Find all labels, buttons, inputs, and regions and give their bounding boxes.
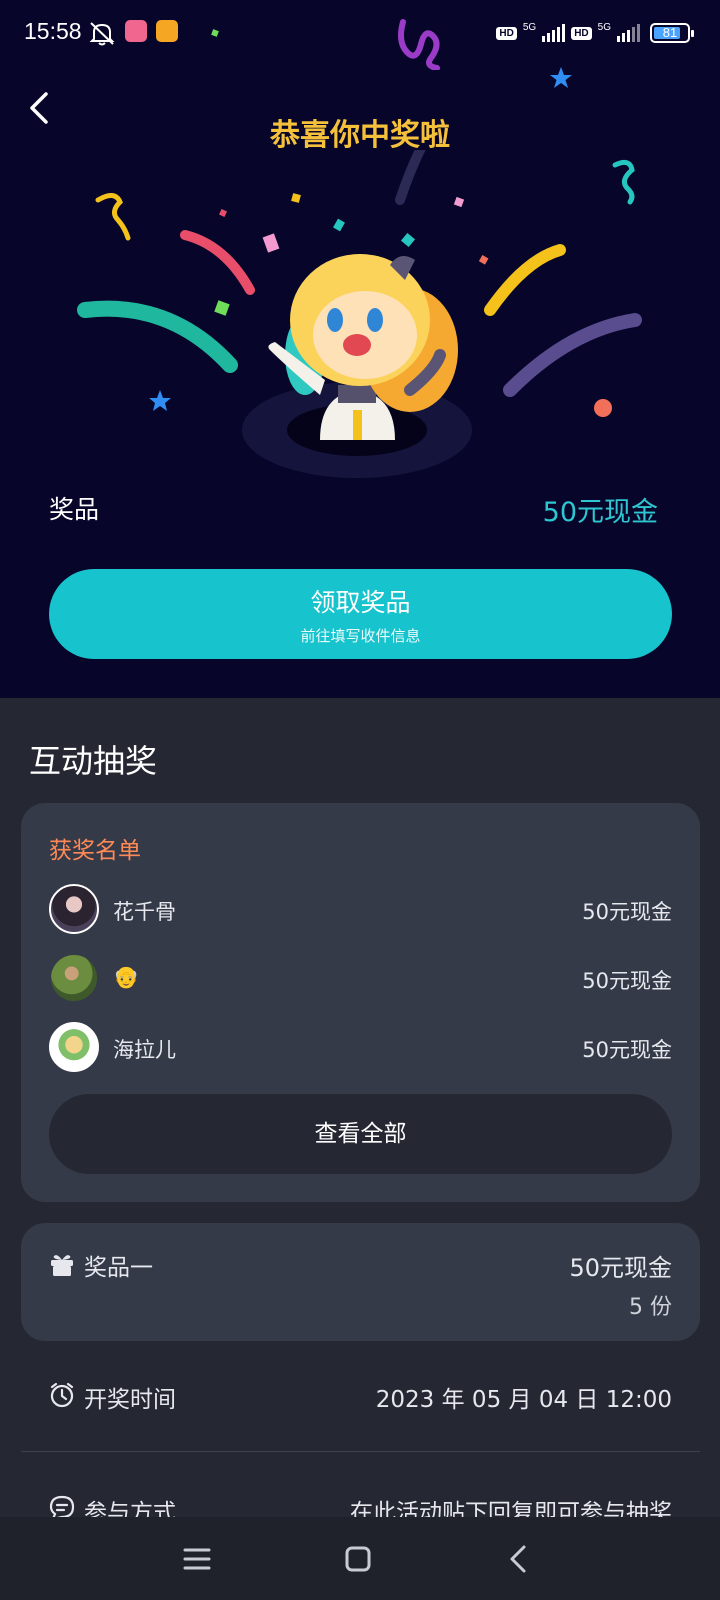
- app-logo-icon: [398, 19, 440, 70]
- hd-badge: HD: [571, 26, 592, 40]
- confetti-shape: [214, 300, 230, 316]
- winner-name: 海拉儿: [113, 1038, 176, 1062]
- squiggle-shape: [612, 159, 635, 205]
- celebration-illustration: [77, 150, 642, 478]
- prize-hero: 15:58 HD 5G HD 5G 81 恭喜你中奖啦 奖品 50元现金 领取奖…: [0, 0, 720, 698]
- winner-row[interactable]: 👴 50元现金: [49, 953, 672, 1005]
- streamer-shape: [77, 300, 238, 373]
- back-icon[interactable]: [500, 1539, 540, 1579]
- mascot-eye: [367, 308, 383, 332]
- bell-muted-icon: [89, 22, 115, 46]
- draw-time-label: 开奖时间: [84, 1387, 176, 1413]
- claim-button-label: 领取奖品: [310, 588, 411, 617]
- streamer-shape: [503, 313, 642, 397]
- confetti-shape: [333, 218, 345, 232]
- network-label: 5G: [522, 21, 537, 33]
- prize-value: 50元现金: [542, 497, 658, 528]
- mascot-eye: [327, 308, 343, 332]
- confetti-shape: [291, 193, 301, 203]
- winner-name: 👴: [113, 965, 140, 989]
- battery-level: 81: [662, 25, 678, 40]
- mascot-collar: [338, 385, 376, 403]
- status-right: HD 5G HD 5G 81: [496, 20, 694, 46]
- status-bar: 15:58 HD 5G HD 5G 81: [0, 0, 720, 66]
- hd-badge: HD: [496, 26, 517, 40]
- squiggle-shape: [95, 193, 131, 241]
- claim-button-sublabel: 前往填写收件信息: [300, 627, 421, 645]
- home-icon[interactable]: [338, 1539, 378, 1579]
- prize-amount: 50元现金: [569, 1254, 672, 1282]
- winner-prize: 50元现金: [582, 900, 672, 924]
- notes-app-icon: [156, 20, 178, 42]
- alarm-clock-icon: [50, 1382, 74, 1408]
- winner-prize: 50元现金: [582, 969, 672, 993]
- winner-row[interactable]: 海拉儿 50元现金: [49, 1022, 672, 1074]
- bilibili-app-icon: [125, 20, 147, 42]
- battery-icon: 81: [650, 23, 694, 43]
- winners-title: 获奖名单: [49, 838, 141, 864]
- confetti-dot: [211, 29, 219, 37]
- confetti-shape: [400, 232, 416, 248]
- mascot-mouth: [343, 334, 371, 356]
- divider: [21, 1451, 700, 1452]
- signal-icon: [617, 24, 640, 42]
- winner-prize: 50元现金: [582, 1038, 672, 1062]
- winners-card: 获奖名单 花千骨 50元现金 👴 50元现金 海拉儿 50元现金 查看全部: [21, 803, 700, 1202]
- mascot-face: [313, 291, 417, 379]
- prize-quantity: 5 份: [629, 1295, 672, 1320]
- confetti-shape: [219, 209, 227, 217]
- streamer-shape: [395, 150, 426, 205]
- draw-time-row: 开奖时间 2023 年 05 月 04 日 12:00: [49, 1375, 672, 1415]
- view-all-button[interactable]: 查看全部: [49, 1094, 672, 1174]
- avatar: [49, 884, 99, 934]
- avatar: [49, 1022, 99, 1072]
- section-title: 互动抽奖: [29, 742, 158, 780]
- star-icon: [149, 390, 171, 411]
- system-nav-bar: [0, 1517, 720, 1600]
- signal-icon: [542, 24, 566, 42]
- claim-prize-button[interactable]: 领取奖品 前往填写收件信息: [49, 569, 672, 659]
- streamer-shape: [484, 244, 566, 316]
- prize-name: 奖品一: [84, 1255, 153, 1281]
- page-title: 恭喜你中奖啦: [270, 118, 450, 153]
- draw-time-value: 2023 年 05 月 04 日 12:00: [375, 1387, 672, 1413]
- winner-name: 花千骨: [113, 900, 176, 924]
- gift-icon: [51, 1255, 73, 1276]
- confetti-shape: [478, 255, 489, 265]
- network-label: 5G: [597, 21, 611, 33]
- confetti-shape: [594, 399, 612, 417]
- prize-label: 奖品: [49, 495, 100, 524]
- streamer-shape: [180, 230, 255, 295]
- menu-icon[interactable]: [177, 1539, 217, 1579]
- confetti-shape: [262, 233, 280, 253]
- winner-row[interactable]: 花千骨 50元现金: [49, 884, 672, 936]
- confetti-shape: [453, 196, 465, 208]
- status-time: 15:58: [24, 18, 82, 44]
- prize-detail-card: 奖品一 50元现金 5 份: [21, 1223, 700, 1341]
- mascot-tie: [353, 410, 362, 440]
- avatar: [49, 953, 99, 1003]
- star-icon: [550, 67, 572, 88]
